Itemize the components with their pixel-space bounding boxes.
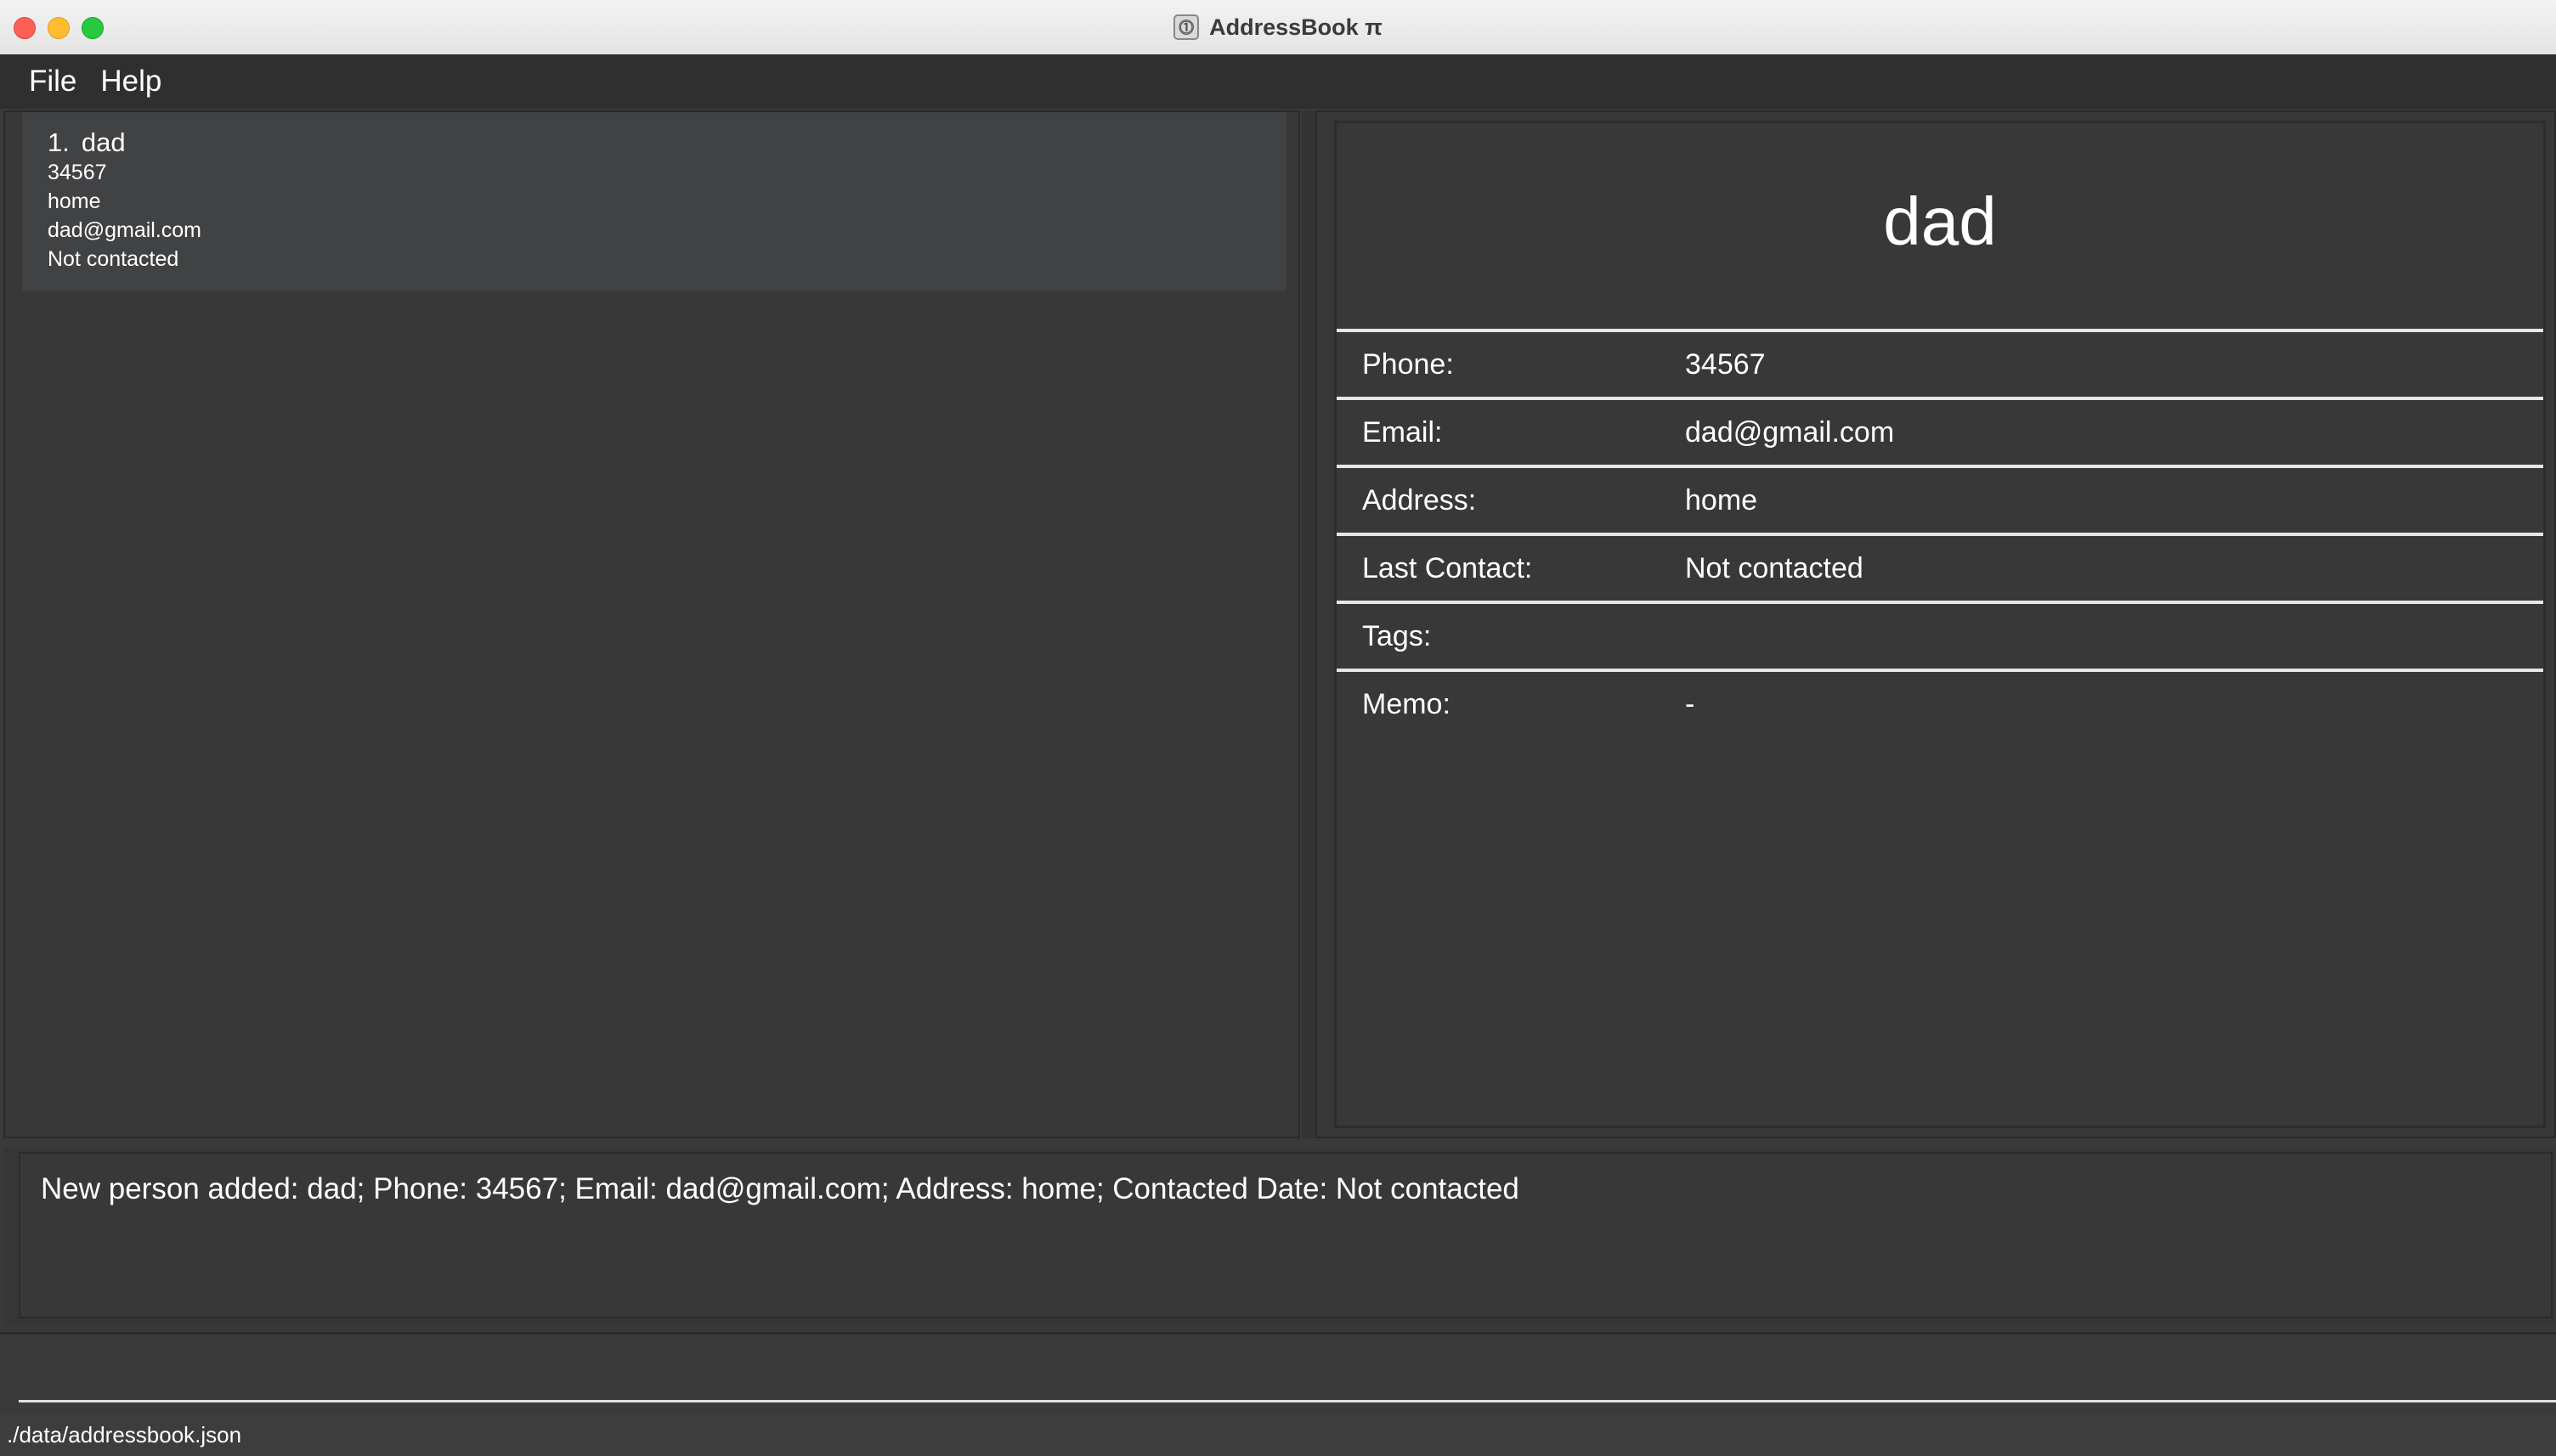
- result-display-panel: New person added: dad; Phone: 34567; Ema…: [3, 1147, 2556, 1327]
- detail-label-memo: Memo:: [1362, 687, 1450, 720]
- person-card-title: 1. dad: [48, 127, 1286, 158]
- window-titlebar: ⓵ AddressBook π: [0, 0, 2556, 55]
- split-pane-divider[interactable]: [1302, 110, 1315, 1138]
- detail-row-email: Email: dad@gmail.com: [1337, 397, 2543, 465]
- window-title: AddressBook π: [1209, 14, 1383, 40]
- person-email: dad@gmail.com: [48, 218, 202, 242]
- person-list-panel[interactable]: 1. dad 34567 home dad@gmail.com Not conta…: [3, 110, 1300, 1138]
- menu-file[interactable]: File: [29, 65, 76, 99]
- detail-value-email: dad@gmail.com: [1685, 415, 1895, 449]
- person-address: home: [48, 189, 101, 213]
- detail-name: dad: [1883, 183, 1997, 259]
- detail-label-tags: Tags:: [1362, 619, 1432, 652]
- detail-row-phone: Phone: 34567: [1337, 329, 2543, 397]
- person-card[interactable]: 1. dad 34567 home dad@gmail.com Not conta…: [22, 112, 1286, 291]
- command-input[interactable]: [19, 1335, 2556, 1402]
- detail-label-last-contact: Last Contact:: [1362, 551, 1533, 584]
- person-index: 1.: [48, 127, 70, 157]
- person-phone: 34567: [48, 161, 107, 184]
- menu-help[interactable]: Help: [100, 65, 161, 99]
- detail-value-memo: -: [1685, 687, 1695, 720]
- detail-value-address: home: [1685, 483, 1758, 516]
- detail-row-memo: Memo: -: [1337, 669, 2543, 736]
- detail-row-tags: Tags:: [1337, 601, 2543, 669]
- app-icon: ⓵: [1173, 14, 1200, 40]
- result-display[interactable]: New person added: dad; Phone: 34567; Ema…: [19, 1152, 2553, 1318]
- app-icon-glyph: ⓵: [1179, 20, 1195, 37]
- person-name: dad: [81, 127, 126, 157]
- window-title-group: ⓵ AddressBook π: [0, 0, 2556, 54]
- save-location-path: ./data/addressbook.json: [7, 1421, 242, 1448]
- detail-label-email: Email:: [1362, 415, 1443, 449]
- detail-row-address: Address: home: [1337, 465, 2543, 533]
- status-bar: ./data/addressbook.json: [0, 1414, 2556, 1456]
- command-box: [0, 1332, 2556, 1411]
- detail-value-last-contact: Not contacted: [1685, 551, 1863, 584]
- person-detail-panel: dad Phone: 34567 Email: dad@gmail.com Ad…: [1315, 110, 2556, 1138]
- person-detail-card: dad Phone: 34567 Email: dad@gmail.com Ad…: [1334, 121, 2546, 1128]
- menu-bar: File Help: [0, 54, 2556, 109]
- detail-label-address: Address:: [1362, 483, 1477, 516]
- person-contact-status: Not contacted: [48, 247, 179, 271]
- detail-label-phone: Phone:: [1362, 347, 1454, 381]
- detail-row-last-contact: Last Contact: Not contacted: [1337, 533, 2543, 601]
- detail-value-phone: 34567: [1685, 347, 1766, 381]
